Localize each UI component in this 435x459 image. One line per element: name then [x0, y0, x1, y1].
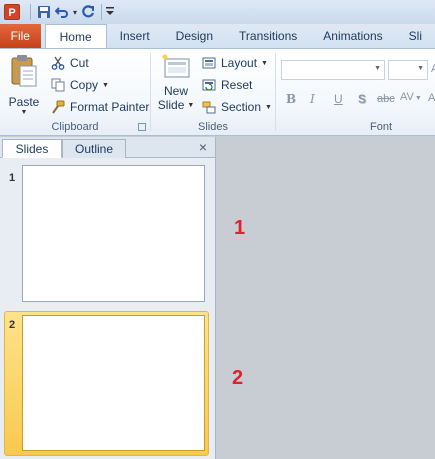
- pane-tab-row: Slides Outline ×: [0, 137, 215, 158]
- reset-label: Reset: [221, 78, 253, 92]
- tab-slideshow[interactable]: Sli: [396, 24, 435, 48]
- new-slide-label-line2: Slide: [157, 98, 185, 112]
- cut-label: Cut: [70, 56, 89, 70]
- customize-qat-icon[interactable]: [106, 6, 114, 18]
- cut-button[interactable]: Cut: [50, 55, 89, 71]
- undo-icon[interactable]: [53, 3, 71, 21]
- format-painter-label: Format Painter: [70, 100, 150, 114]
- underline-button[interactable]: U: [334, 92, 343, 106]
- paste-dropdown-icon[interactable]: ▼: [6, 109, 42, 116]
- redo-icon[interactable]: [79, 3, 97, 21]
- section-label: Section: [221, 100, 262, 114]
- slide-thumbnail-1[interactable]: [22, 165, 205, 302]
- reset-button[interactable]: Reset: [201, 77, 252, 93]
- character-spacing-dropdown-icon[interactable]: ▼: [415, 95, 422, 102]
- paste-icon: [11, 55, 37, 87]
- font-group-label: Font: [369, 121, 392, 133]
- copy-icon: [50, 77, 66, 93]
- tab-slides[interactable]: Slides: [2, 139, 62, 158]
- layout-dropdown-icon[interactable]: ▼: [261, 60, 268, 67]
- tab-insert[interactable]: Insert: [107, 24, 163, 48]
- layout-button[interactable]: Layout ▼: [201, 55, 268, 71]
- toolbar-separator: [30, 4, 31, 20]
- copy-dropdown-icon[interactable]: ▼: [102, 82, 109, 89]
- new-slide-dropdown-icon[interactable]: ▼: [187, 102, 194, 109]
- format-painter-icon: [50, 99, 66, 115]
- paste-label: Paste: [8, 95, 40, 109]
- section-dropdown-icon[interactable]: ▼: [265, 104, 272, 111]
- reset-icon: [201, 77, 217, 93]
- bold-button[interactable]: B: [286, 92, 296, 106]
- tab-design[interactable]: Design: [163, 24, 226, 48]
- clipboard-dialog-launcher-icon[interactable]: [138, 123, 146, 131]
- slide-number-1: 1: [9, 172, 16, 184]
- font-size-combobox[interactable]: ▼: [388, 60, 428, 80]
- layout-icon: [201, 55, 217, 71]
- copy-button[interactable]: Copy ▼: [50, 77, 109, 93]
- format-painter-button[interactable]: Format Painter: [50, 99, 149, 115]
- copy-label: Copy: [70, 78, 99, 92]
- font-name-dropdown-icon[interactable]: ▼: [374, 65, 381, 72]
- slides-pane: Slides Outline × 1 2: [0, 137, 216, 459]
- annotation-2: 2: [232, 367, 244, 389]
- close-icon[interactable]: ×: [199, 139, 207, 155]
- section-icon: [201, 99, 217, 115]
- strikethrough-button[interactable]: abc: [377, 93, 395, 105]
- ribbon-tab-row: File Home Insert Design Transitions Anim…: [0, 24, 435, 49]
- slides-group-label: Slides: [198, 121, 228, 133]
- toolbar-separator: [101, 4, 102, 20]
- tab-outline[interactable]: Outline: [62, 139, 126, 158]
- slide-number-2: 2: [9, 319, 16, 331]
- slide-thumbnail-2[interactable]: [22, 315, 205, 451]
- italic-button[interactable]: I: [310, 92, 315, 106]
- font-group: ▼ ▼ A B I U S abc AV▼ Aa Font: [276, 49, 435, 136]
- new-slide-label-line1: New: [163, 84, 188, 98]
- quick-access-toolbar: P ▾: [0, 0, 435, 24]
- ribbon-home: Paste ▼ Cut Copy ▼ Format Painter Clipbo…: [0, 48, 435, 136]
- undo-dropdown-icon[interactable]: ▾: [71, 8, 79, 17]
- tab-transitions[interactable]: Transitions: [226, 24, 310, 48]
- character-spacing-label: AV: [400, 91, 414, 103]
- change-case-button[interactable]: Aa: [428, 92, 435, 104]
- paste-button[interactable]: Paste ▼: [6, 54, 42, 116]
- new-slide-icon: [162, 54, 190, 78]
- tab-animations[interactable]: Animations: [310, 24, 395, 48]
- clipboard-group-label: Clipboard: [51, 121, 99, 133]
- tab-file[interactable]: File: [0, 24, 41, 48]
- layout-label: Layout: [221, 56, 258, 70]
- tab-home[interactable]: Home: [44, 24, 107, 49]
- shadow-button[interactable]: S: [358, 92, 366, 106]
- save-icon[interactable]: [35, 3, 53, 21]
- font-name-combobox[interactable]: ▼: [281, 60, 385, 80]
- grow-font-icon[interactable]: A: [431, 63, 435, 75]
- new-slide-button[interactable]: New Slide ▼: [157, 54, 195, 112]
- character-spacing-button[interactable]: AV▼: [400, 91, 422, 103]
- clipboard-group: Paste ▼ Cut Copy ▼ Format Painter Clipbo…: [0, 49, 150, 136]
- scissors-icon: [50, 55, 66, 71]
- font-size-dropdown-icon[interactable]: ▼: [417, 65, 424, 72]
- slides-group: New Slide ▼ Layout ▼ Reset Section ▼ Sli…: [151, 49, 275, 136]
- section-button[interactable]: Section ▼: [201, 99, 272, 115]
- slide-editing-area[interactable]: [217, 137, 435, 459]
- powerpoint-app-icon[interactable]: P: [4, 4, 20, 20]
- annotation-1: 1: [234, 217, 246, 239]
